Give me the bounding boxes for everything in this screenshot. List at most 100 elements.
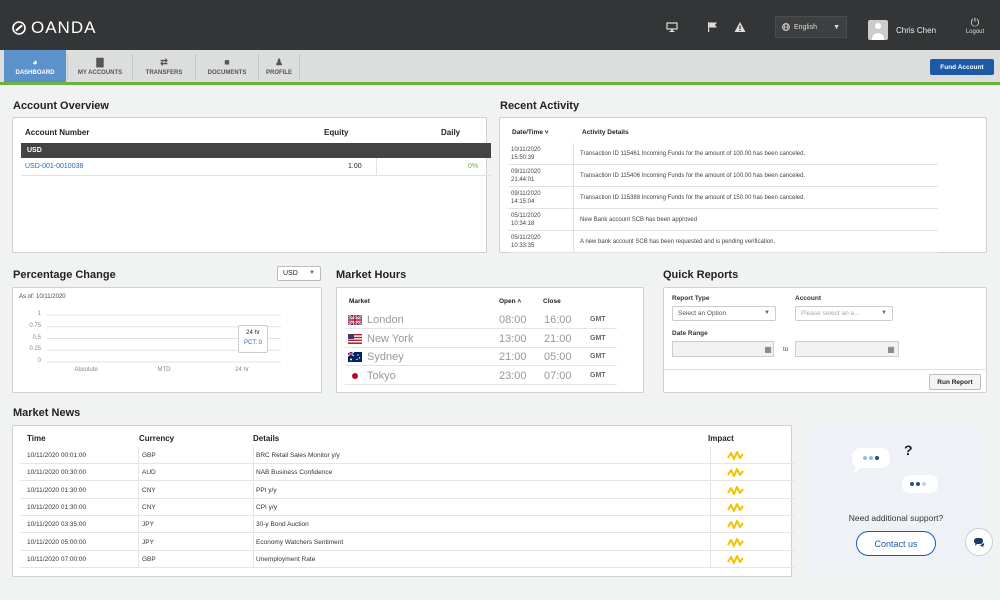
- avatar[interactable]: [868, 20, 888, 40]
- market-news-title: Market News: [13, 407, 81, 419]
- activity-row: 09/11/2020 14:15:04 Transaction ID 115388 …: [508, 187, 938, 209]
- market-city: Sydney: [367, 351, 404, 363]
- activity-date: 09/11/2020: [511, 169, 541, 175]
- activity-detail: Transaction ID 115406 Incoming Funds for…: [580, 173, 806, 179]
- user-name[interactable]: Chris Chen: [896, 26, 936, 35]
- support-text: Need additional support?: [848, 513, 944, 523]
- col-open[interactable]: Open ˄: [499, 298, 521, 305]
- impact-icon: [727, 502, 745, 513]
- news-row[interactable]: 10/11/2020 05:00:00 JPY Economy Watchers S…: [20, 533, 795, 551]
- news-row[interactable]: 10/11/2020 01:30:00 CNY CPI y/y: [20, 498, 795, 516]
- news-row[interactable]: 10/11/2020 03:35:00 JPY 30-y Bond Auction: [20, 516, 795, 534]
- market-timezone: GMT: [590, 353, 606, 360]
- news-details: NAB Business Confidence: [256, 469, 333, 477]
- date-range-label: Date Range: [672, 330, 708, 337]
- flag-icon[interactable]: [707, 21, 719, 33]
- chat-button[interactable]: [965, 528, 993, 556]
- chevron-down-icon: ▼: [764, 310, 770, 316]
- col-time: Time: [27, 434, 46, 443]
- news-time: 10/11/2020 00:30:00: [27, 469, 87, 477]
- account-overview-panel: Account Number Equity Daily USD USD-001-…: [12, 117, 491, 253]
- contact-us-button[interactable]: Contact us: [856, 531, 936, 556]
- report-type-select[interactable]: Select an Option ▼: [672, 306, 776, 321]
- market-row: Tokyo 23:00 07:00 GMT: [345, 367, 617, 385]
- activity-datetime: 09/11/2020 21:44:01: [511, 168, 566, 184]
- run-report-button[interactable]: Run Report: [929, 374, 981, 390]
- market-close-time: 05:00: [544, 351, 572, 363]
- calendar-icon[interactable]: ▦: [886, 341, 896, 357]
- impact-icon: [727, 519, 745, 530]
- news-currency: GBP: [142, 555, 156, 563]
- news-time: 10/11/2020 03:35:00: [27, 521, 87, 529]
- account-number-link[interactable]: USD-001-0010038: [25, 163, 83, 170]
- market-close-time: 07:00: [544, 369, 572, 382]
- monitor-icon[interactable]: [666, 21, 678, 33]
- japan-flag-icon: [348, 370, 362, 381]
- news-row[interactable]: 10/11/2020 01:30:00 CNY PPI y/y: [20, 481, 795, 499]
- col-date-time[interactable]: Date/Time ˅: [512, 129, 549, 136]
- nav-my-accounts[interactable]: ▇ MY ACCOUNTS: [68, 50, 132, 82]
- date-to-label: to: [783, 346, 789, 353]
- activity-datetime: 09/11/2020 14:15:04: [511, 190, 566, 206]
- nav-documents[interactable]: ■ DOCUMENTS: [196, 50, 258, 82]
- col-activity-details: Activity Details: [582, 129, 629, 136]
- news-time: 10/11/2020 07:00:00: [27, 555, 87, 563]
- date-to-field[interactable]: [795, 341, 899, 357]
- language-select[interactable]: English ▼: [775, 16, 847, 38]
- percentage-chart: [47, 314, 281, 363]
- news-time: 10/11/2020 01:30:00: [27, 503, 87, 511]
- activity-time: 15:50:39: [511, 155, 535, 161]
- account-select[interactable]: Please select an a... ▼: [795, 306, 893, 321]
- top-bar: OANDA English ▼ Chris Chen ⏻ Logout: [0, 0, 1000, 50]
- news-currency: GBP: [142, 452, 156, 459]
- activity-time: 10:33:35: [511, 243, 535, 249]
- report-type-placeholder: Select an Option: [678, 310, 727, 317]
- equity-value: 1.00: [348, 163, 362, 170]
- fund-account-button[interactable]: Fund Account: [930, 59, 994, 75]
- quick-reports-title: Quick Reports: [663, 269, 739, 281]
- chevron-down-icon: ▼: [881, 310, 887, 316]
- activity-time: 21:44:01: [511, 177, 535, 183]
- col-daily[interactable]: Daily: [441, 128, 460, 137]
- chat-bubbles-icon: [852, 448, 938, 493]
- market-open-time: 13:00: [499, 332, 527, 345]
- nav-documents-label: DOCUMENTS: [207, 70, 247, 76]
- activity-row: 05/11/2020 10:33:35 A new bank account SCB…: [508, 231, 938, 253]
- oanda-logo[interactable]: OANDA: [12, 18, 96, 38]
- alert-icon[interactable]: [734, 21, 746, 33]
- tooltip-label: 24 hr: [246, 330, 260, 336]
- news-row[interactable]: 10/11/2020 00:01:00 GBP BRC Retail Sales M…: [20, 447, 795, 464]
- col-equity[interactable]: Equity: [324, 128, 348, 137]
- nav-transfers[interactable]: ⇄ TRANSFERS: [133, 50, 195, 82]
- bar-chart-icon: ▇: [96, 57, 104, 67]
- table-row[interactable]: USD-001-0010038 1.00 0%: [21, 158, 491, 176]
- support-card: ? Need additional support? Contact us: [806, 426, 986, 574]
- date-from-field[interactable]: [672, 341, 774, 357]
- news-details: Unemployment Rate: [256, 555, 316, 563]
- main-nav: ◕ DASHBOARD ▇ MY ACCOUNTS ⇄ TRANSFERS ■ …: [0, 50, 1000, 85]
- market-hours-panel: Market Open ˄ Close London 08:00 16:00 GMT N…: [336, 287, 644, 393]
- logout-button[interactable]: ⏻ Logout: [960, 18, 990, 36]
- impact-icon: [727, 537, 745, 548]
- calendar-icon[interactable]: ▦: [763, 341, 773, 357]
- activity-date: 05/11/2020: [511, 213, 541, 219]
- impact-icon: [727, 467, 745, 478]
- col-market: Market: [349, 298, 370, 305]
- col-close: Close: [543, 298, 561, 305]
- news-currency: JPY: [142, 538, 154, 546]
- market-open-time: 08:00: [499, 314, 527, 326]
- news-row[interactable]: 10/11/2020 00:30:00 AUD NAB Business Confi…: [20, 464, 795, 482]
- col-account-number[interactable]: Account Number: [25, 128, 89, 137]
- activity-time: 10:34:18: [511, 221, 535, 227]
- activity-time: 14:15:04: [511, 199, 535, 205]
- activity-detail: Transaction ID 115461 Incoming Funds for…: [580, 151, 806, 157]
- chevron-down-icon: ▼: [833, 23, 840, 31]
- news-row[interactable]: 10/11/2020 07:00:00 GBP Unemployment Rate: [20, 550, 795, 568]
- account-label: Account: [795, 295, 821, 302]
- news-details: CPI y/y: [256, 503, 277, 511]
- currency-select[interactable]: USD ▼: [277, 266, 321, 281]
- news-currency: AUD: [142, 469, 156, 477]
- nav-dashboard[interactable]: ◕ DASHBOARD: [4, 50, 66, 82]
- nav-profile[interactable]: ♟ PROFILE: [259, 50, 299, 82]
- currency-select-value: USD: [283, 270, 298, 277]
